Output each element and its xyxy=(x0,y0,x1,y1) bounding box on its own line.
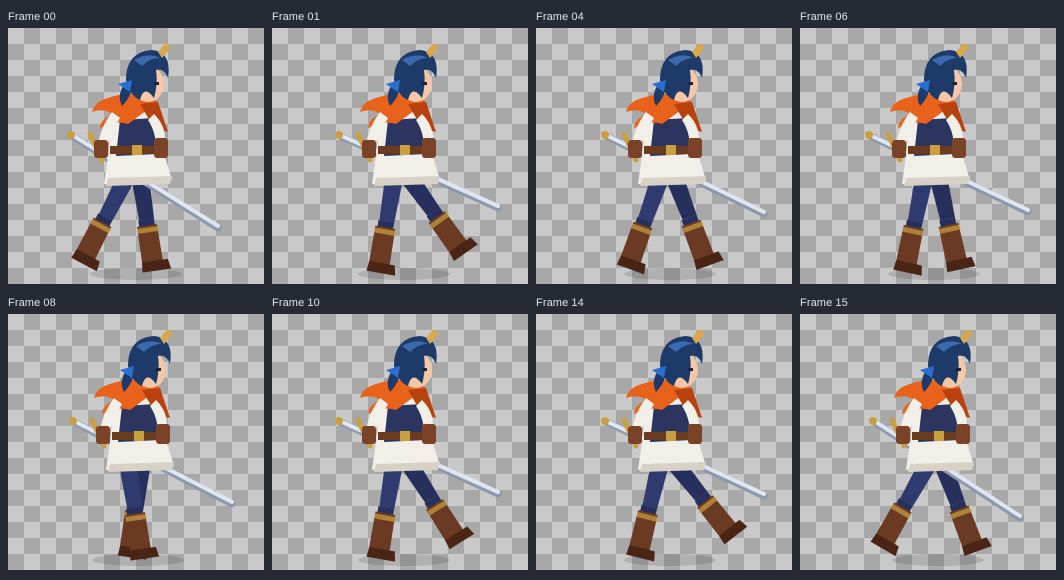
front-glove xyxy=(952,138,966,158)
character-sprite xyxy=(869,329,1024,566)
eye xyxy=(688,368,693,371)
character xyxy=(865,43,1032,280)
frame-cell-0[interactable]: Frame 00 xyxy=(8,8,264,284)
character-sprite xyxy=(69,329,236,566)
back-glove xyxy=(628,140,642,158)
sword-pommel xyxy=(69,417,77,425)
sprite-sheet: Frame 00 Frame 01 Frame 04 Frame 06 Fram… xyxy=(0,0,1064,580)
character-sprite xyxy=(335,43,502,280)
frame-label: Frame 10 xyxy=(272,297,320,309)
eye xyxy=(956,368,961,371)
frame-label: Frame 08 xyxy=(8,297,56,309)
belt-buckle xyxy=(134,431,144,441)
frame-label: Frame 04 xyxy=(536,11,584,23)
eye xyxy=(422,82,427,85)
character xyxy=(601,329,768,566)
back-glove xyxy=(628,426,642,444)
frame-canvas[interactable] xyxy=(800,28,1056,284)
front-leg xyxy=(616,174,669,275)
sword-pommel xyxy=(865,131,873,139)
character-sprite xyxy=(601,43,768,280)
frame-canvas[interactable] xyxy=(536,314,792,570)
front-leg xyxy=(366,176,403,276)
frame-label: Frame 06 xyxy=(800,11,848,23)
belt-buckle xyxy=(934,431,944,441)
back-glove xyxy=(892,140,906,158)
character xyxy=(335,329,502,566)
frame-label: Frame 01 xyxy=(272,11,320,23)
frame-cell-7[interactable]: Frame 15 xyxy=(800,294,1056,570)
character-sprite xyxy=(865,43,1032,280)
belt-buckle xyxy=(930,145,940,155)
front-glove xyxy=(156,424,170,444)
belt-buckle xyxy=(400,431,410,441)
frame-cell-3[interactable]: Frame 06 xyxy=(800,8,1056,284)
sword-pommel xyxy=(601,417,609,425)
back-glove xyxy=(94,140,108,158)
front-leg xyxy=(870,459,936,557)
character xyxy=(869,329,1024,566)
frame-label: Frame 14 xyxy=(536,297,584,309)
eye xyxy=(688,82,693,85)
frame-canvas[interactable] xyxy=(800,314,1056,570)
frame-grid: Frame 00 Frame 01 Frame 04 Frame 06 Fram… xyxy=(8,8,1056,570)
character xyxy=(335,43,502,280)
sword-pommel xyxy=(869,417,877,425)
character-sprite xyxy=(67,43,222,280)
belt-buckle xyxy=(666,431,676,441)
front-leg xyxy=(626,461,669,562)
frame-label: Frame 15 xyxy=(800,297,848,309)
shadow xyxy=(892,554,984,566)
frame-cell-4[interactable]: Frame 08 xyxy=(8,294,264,570)
back-glove xyxy=(362,140,376,158)
character xyxy=(67,43,222,280)
sword-pommel xyxy=(601,131,609,139)
frame-label: Frame 00 xyxy=(8,11,56,23)
frame-canvas[interactable] xyxy=(8,314,264,570)
frame-canvas[interactable] xyxy=(272,314,528,570)
frame-cell-2[interactable]: Frame 04 xyxy=(536,8,792,284)
back-glove xyxy=(896,426,910,444)
character xyxy=(69,329,236,566)
front-leg xyxy=(71,173,134,272)
belt-buckle xyxy=(132,145,142,155)
front-glove xyxy=(688,424,702,444)
sword-pommel xyxy=(67,131,75,139)
shadow xyxy=(90,268,182,280)
back-leg xyxy=(929,174,976,273)
frame-canvas[interactable] xyxy=(272,28,528,284)
belt-buckle xyxy=(400,145,410,155)
front-glove xyxy=(688,138,702,158)
frame-cell-6[interactable]: Frame 14 xyxy=(536,294,792,570)
front-glove xyxy=(422,138,436,158)
frame-canvas[interactable] xyxy=(8,28,264,284)
front-leg xyxy=(366,462,403,562)
belt-buckle xyxy=(666,145,676,155)
eye xyxy=(952,82,957,85)
eye xyxy=(154,82,159,85)
back-glove xyxy=(96,426,110,444)
sword-pommel xyxy=(335,417,343,425)
front-glove xyxy=(956,424,970,444)
eye xyxy=(422,368,427,371)
front-glove xyxy=(422,424,436,444)
frame-canvas[interactable] xyxy=(536,28,792,284)
front-glove xyxy=(154,138,168,158)
back-glove xyxy=(362,426,376,444)
character-sprite xyxy=(335,329,502,566)
frame-cell-1[interactable]: Frame 01 xyxy=(272,8,528,284)
sword-pommel xyxy=(335,131,343,139)
eye xyxy=(156,368,161,371)
character-sprite xyxy=(601,329,768,566)
character xyxy=(601,43,768,280)
frame-cell-5[interactable]: Frame 10 xyxy=(272,294,528,570)
